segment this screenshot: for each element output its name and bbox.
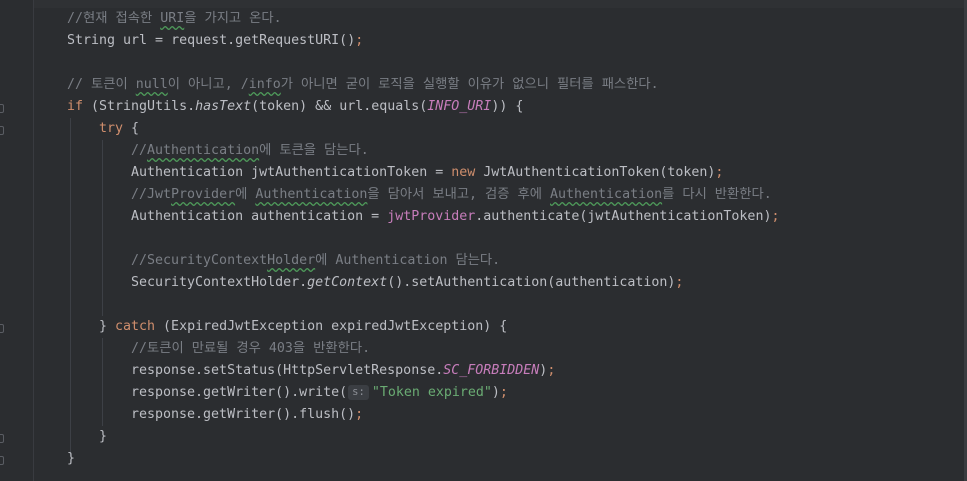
comment-token: // (131, 143, 148, 158)
code-line[interactable]: //현재 접속한 URI을 가지고 온다. (67, 8, 282, 30)
keyword-token: if (67, 99, 84, 114)
comment-token: Holder (267, 253, 316, 268)
fold-marker-icon[interactable] (0, 456, 4, 465)
code-line[interactable]: response.getWriter().write(s: "Token expi… (131, 382, 508, 404)
comment-token: 에 (235, 187, 256, 202)
code-token: ; (499, 385, 508, 400)
code-line[interactable]: //토큰이 만료될 경우 403을 반환한다. (131, 338, 370, 360)
code-token: )) { (491, 99, 524, 114)
code-token: getContext (307, 275, 388, 290)
code-token: ; (355, 407, 364, 422)
comment-token: 을 담아서 보내고, 검증 후에 (367, 187, 551, 202)
code-line[interactable]: } catch (ExpiredJwtException expiredJwtE… (99, 316, 507, 338)
comment-token: Authentication (255, 187, 368, 202)
code-token: ) (491, 385, 500, 400)
code-token: ; (675, 275, 684, 290)
code-token: (token) && url.equals( (251, 99, 428, 114)
code-line[interactable]: if (StringUtils.hasText(token) && url.eq… (67, 96, 523, 118)
code-line[interactable]: response.setStatus(HttpServletResponse.S… (131, 360, 555, 382)
code-line[interactable]: String url = request.getRequestURI(); (67, 30, 363, 52)
fold-marker-icon[interactable] (0, 126, 4, 135)
code-line[interactable]: SecurityContextHolder.getContext().setAu… (131, 272, 683, 294)
code-line[interactable]: Authentication jwtAuthenticationToken = … (131, 162, 723, 184)
code-editor[interactable]: //현재 접속한 URI을 가지고 온다. String url = reques… (0, 0, 967, 481)
comment-token: 에 Authentication 담는다. (315, 253, 501, 268)
comment-token: //토큰이 만료될 경우 403을 반환한다. (131, 341, 371, 356)
indent-guide (102, 140, 103, 316)
code-token: { (123, 121, 140, 136)
comment-token: //Jwt (131, 187, 172, 202)
code-token: } (99, 319, 116, 334)
line-gutter[interactable] (0, 0, 34, 481)
code-token: hasText (195, 99, 252, 114)
fold-marker-icon[interactable] (0, 324, 4, 333)
constant-token: INFO_URI (427, 99, 492, 114)
code-token: ; (355, 33, 364, 48)
code-line[interactable]: Authentication authentication = jwtProvi… (131, 206, 779, 228)
code-token: response.getWriter().write( (131, 385, 348, 400)
fold-marker-icon[interactable] (0, 104, 4, 113)
comment-token: //SecurityContext (131, 253, 268, 268)
code-line[interactable]: } (99, 426, 107, 448)
code-token: Authentication jwtAuthenticationToken = (131, 165, 452, 180)
gutter-separator (33, 0, 34, 481)
constant-token: SC_FORBIDDEN (443, 363, 540, 378)
comment-token: 가 아니면 굳이 로직을 실행할 이유가 없으니 필터를 패스한다. (280, 77, 659, 92)
code-token: response.setStatus(HttpServletResponse. (131, 363, 444, 378)
code-token: (ExpiredJwtException expiredJwtException… (155, 319, 508, 334)
comment-token: 에 토큰을 담는다. (259, 143, 369, 158)
code-token: } (67, 451, 76, 466)
code-line[interactable]: } (67, 448, 75, 470)
comment-token: info (248, 77, 281, 92)
comment-token: //현재 접속한 (67, 11, 161, 26)
previous-line-highlight (34, 0, 967, 8)
code-token: SecurityContextHolder. (131, 275, 308, 290)
code-line[interactable]: // 토큰이 null이 아니고, /info가 아니면 굳이 로직을 실행할 … (67, 74, 659, 96)
code-line[interactable]: //SecurityContextHolder에 Authentication … (131, 250, 500, 272)
keyword-token: catch (115, 319, 156, 334)
code-token: (StringUtils. (83, 99, 196, 114)
code-line[interactable]: //JwtProvider에 Authentication을 담아서 보내고, … (131, 184, 772, 206)
code-line[interactable]: try { (99, 118, 139, 140)
comment-token: Authentication (147, 143, 260, 158)
keyword-token: new (451, 165, 476, 180)
code-token: ; (715, 165, 724, 180)
code-token: jwtProvider (387, 209, 476, 224)
indent-guide (70, 118, 71, 456)
comment-token: null (135, 77, 168, 92)
string-token: "Token expired" (371, 385, 492, 400)
code-token: ; (547, 363, 556, 378)
comment-token: 를 다시 반환한다. (662, 187, 772, 202)
comment-token: URI (160, 11, 185, 26)
fold-marker-icon[interactable] (0, 434, 4, 443)
comment-token: // 토큰이 (67, 77, 136, 92)
parameter-hint: s: (348, 385, 369, 400)
code-token: Authentication authentication = (131, 209, 388, 224)
code-line[interactable]: response.getWriter().flush(); (131, 404, 363, 426)
code-token: String url = request.getRequestURI() (67, 33, 356, 48)
indent-guide (102, 338, 103, 426)
keyword-token: try (99, 121, 124, 136)
code-token: ().setAuthentication(authentication) (387, 275, 676, 290)
code-token: JwtAuthenticationToken(token) (475, 165, 716, 180)
code-token: response.getWriter().flush() (131, 407, 356, 422)
code-token: .authenticate(jwtAuthenticationToken) (475, 209, 772, 224)
comment-token: 이 아니고, / (167, 77, 249, 92)
code-line[interactable]: //Authentication에 토큰을 담는다. (131, 140, 369, 162)
comment-token: 을 가지고 온다. (184, 11, 282, 26)
code-token: } (99, 429, 108, 444)
comment-token: Authentication (550, 187, 663, 202)
comment-token: Provider (171, 187, 236, 202)
code-token: ; (771, 209, 780, 224)
